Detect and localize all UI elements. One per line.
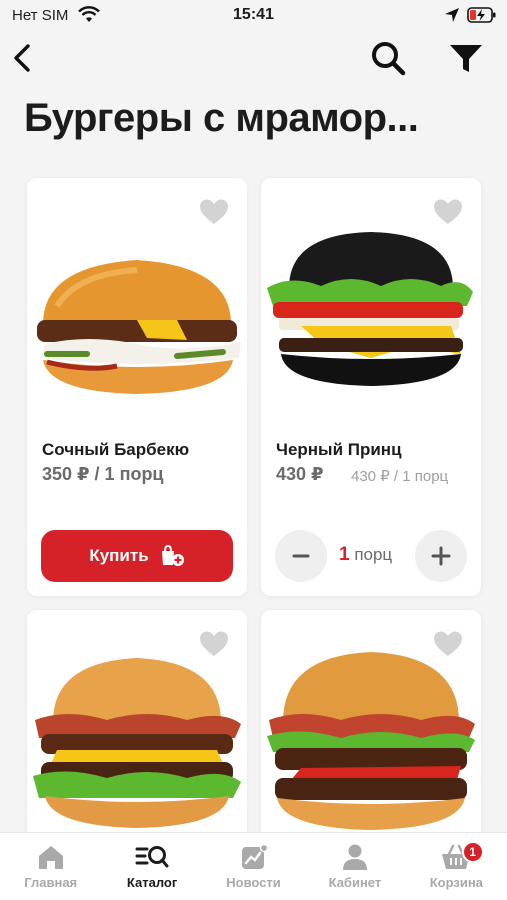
catalog-search-icon [135,846,169,868]
plus-icon [431,546,451,566]
tab-catalog[interactable]: Каталог [101,833,202,900]
tab-news[interactable]: Новости [203,833,304,900]
product-image-bacon-burger [33,658,241,828]
product-price: 350 ₽ / 1 порц [42,464,164,484]
battery-charging-icon [467,7,496,23]
tab-home[interactable]: Главная [0,833,101,900]
page-title: Бургеры с мрамор... [24,96,419,140]
product-old-price: 430 ₽ / 1 порц [351,468,449,485]
product-name: Сочный Барбекю [42,440,190,459]
quantity-increase-button[interactable] [415,530,467,582]
minus-icon [292,554,310,558]
status-bar: Нет SIM 15:41 [0,0,507,34]
quantity-unit: порц [354,545,393,564]
tab-label: Каталог [126,875,178,890]
product-image-black-burger [267,232,473,386]
tab-label: Главная [24,875,78,890]
clock: 15:41 [233,6,274,23]
tab-label: Кабинет [328,875,382,890]
tab-basket[interactable]: Корзина 1 [406,833,507,900]
product-card-4[interactable] [261,610,481,850]
product-name: Черный Принц [276,440,402,459]
search-icon[interactable] [368,38,408,78]
buy-button[interactable]: Купить [41,530,233,582]
quantity-value: 1 порц [339,544,392,566]
news-icon [241,843,268,869]
back-chevron-icon[interactable] [8,40,40,76]
tab-label: Корзина [429,875,483,890]
tab-cabinet[interactable]: Кабинет [304,833,405,900]
cart-count-badge: 1 [461,841,484,863]
quantity-decrease-button[interactable] [275,530,327,582]
product-card-black-prince[interactable]: Черный Принц 430 ₽ 430 ₽ / 1 порц 1 порц [261,178,481,596]
filter-icon[interactable] [446,40,486,76]
bottom-tab-bar: Главная Каталог Новости Кабинет Корзина [0,832,507,900]
home-icon [38,846,63,869]
quantity-number: 1 [339,544,350,565]
location-arrow-icon [445,8,459,22]
product-card-3[interactable] [27,610,247,850]
tab-label: Новости [226,875,281,890]
product-image-bbq-burger [37,260,241,394]
buy-button-label: Купить [89,546,149,565]
product-image-double-burger [267,652,475,830]
add-to-cart-icon [161,544,184,566]
product-price: 430 ₽ [276,464,324,484]
product-card-bbq[interactable]: Сочный Барбекю 350 ₽ / 1 порц Купить [27,178,247,596]
user-icon [342,844,367,870]
